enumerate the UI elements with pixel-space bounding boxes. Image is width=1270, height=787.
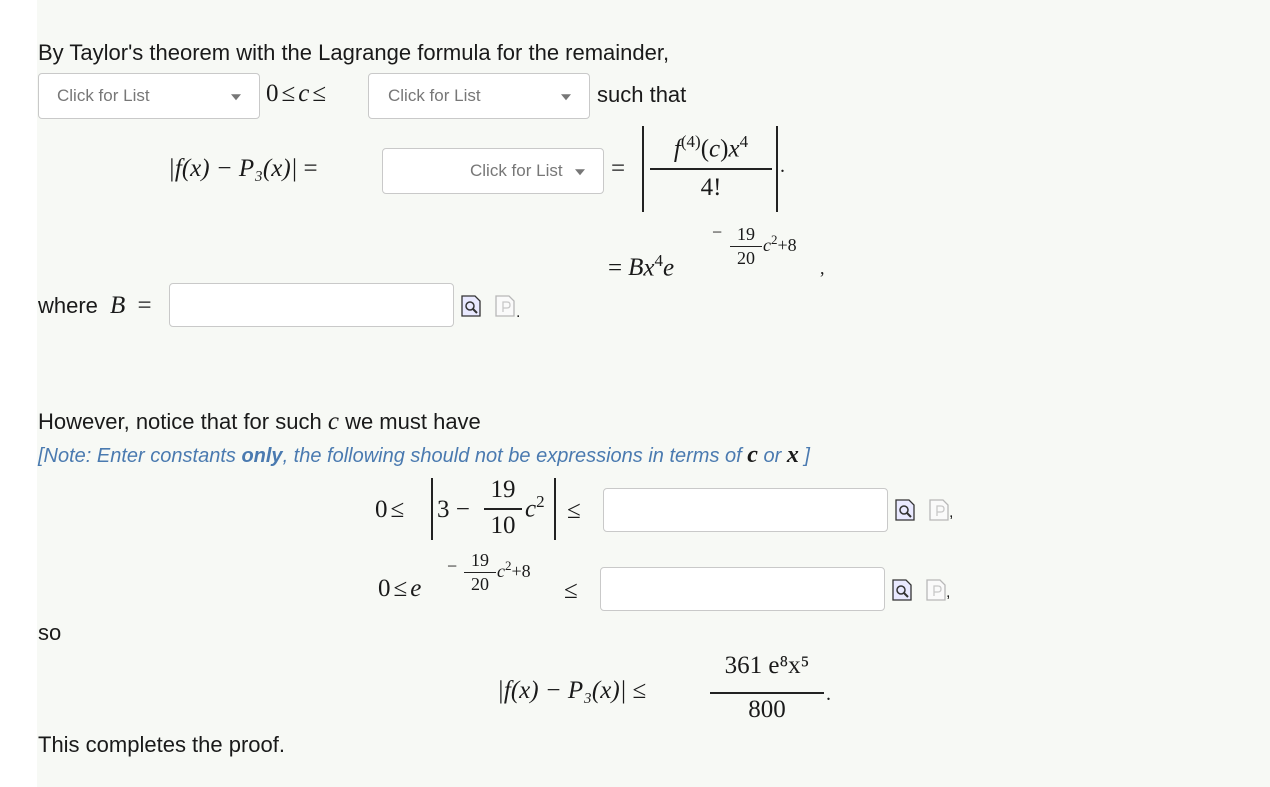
such-that-text: such that bbox=[597, 82, 687, 107]
comma: , bbox=[949, 504, 954, 521]
dropdown-label: Click for List bbox=[57, 86, 150, 105]
remainder-dropdown[interactable]: Click for List bbox=[382, 148, 604, 194]
upper-bound-dropdown[interactable]: Click for List bbox=[368, 73, 590, 119]
page-icon[interactable] bbox=[929, 499, 949, 521]
abs-bar-left bbox=[642, 126, 644, 212]
comma: , bbox=[820, 258, 825, 278]
where-label: where B = bbox=[38, 292, 152, 319]
abs-bound-input[interactable] bbox=[603, 488, 888, 532]
exponent: − bbox=[712, 222, 723, 242]
conclusion-text: This completes the proof. bbox=[38, 732, 286, 757]
abs-bar-right bbox=[554, 478, 556, 540]
so-text: so bbox=[38, 620, 62, 645]
lagrange-remainder-fraction: f(4)(c)x4 4! bbox=[650, 128, 772, 208]
exponential-form: = Bx4e bbox=[608, 251, 675, 282]
chevron-down-icon bbox=[575, 169, 585, 176]
bound1-fraction: 19 10 bbox=[484, 476, 522, 542]
exponent-fraction: 19 20 bbox=[730, 224, 762, 268]
page-icon[interactable] bbox=[495, 295, 515, 317]
chevron-down-icon bbox=[561, 94, 571, 101]
dropdown-label: Click for List bbox=[470, 161, 563, 180]
comma: , bbox=[946, 584, 951, 601]
period: . bbox=[516, 304, 521, 321]
preview-icon[interactable] bbox=[895, 499, 915, 521]
chevron-down-icon bbox=[231, 94, 241, 101]
c-range-math: 0 ≤ c ≤ bbox=[266, 80, 327, 107]
lower-bound-dropdown[interactable]: Click for List bbox=[38, 73, 260, 119]
bound2-exponent: − bbox=[447, 556, 458, 576]
period: . bbox=[780, 155, 785, 177]
abs-bar-left bbox=[431, 478, 433, 540]
page-icon[interactable] bbox=[926, 579, 946, 601]
leq-sign: ≤ bbox=[564, 577, 578, 604]
remainder-lhs: |f(x) − P₃(x)| = bbox=[168, 155, 318, 182]
exponent-tail: c2+8 bbox=[763, 232, 797, 255]
bound2-exponent-tail: c2+8 bbox=[497, 558, 531, 581]
however-text: However, notice that for such c we must … bbox=[38, 408, 481, 435]
period: . bbox=[826, 683, 831, 705]
abs-bar-right bbox=[776, 126, 778, 212]
final-lhs: |f(x) − P₃(x)| ≤ bbox=[497, 677, 647, 704]
preview-icon[interactable] bbox=[892, 579, 912, 601]
preview-icon[interactable] bbox=[461, 295, 481, 317]
leq-sign: ≤ bbox=[567, 497, 581, 524]
bound1-lhs: 0 ≤ bbox=[375, 496, 405, 523]
intro-text: By Taylor's theorem with the Lagrange fo… bbox=[38, 40, 670, 65]
bound1-c2: c2 bbox=[525, 492, 545, 523]
dropdown-label: Click for List bbox=[388, 86, 481, 105]
bound1-three: 3 − bbox=[437, 496, 470, 523]
bound2-exponent-fraction: 19 20 bbox=[464, 550, 496, 596]
b-input[interactable] bbox=[169, 283, 454, 327]
exp-bound-input[interactable] bbox=[600, 567, 885, 611]
equals-sign: = bbox=[611, 155, 626, 182]
note-text: [Note: Enter constants only, the followi… bbox=[38, 442, 810, 468]
bound2-lhs: 0 ≤ e bbox=[378, 575, 422, 602]
final-bound-fraction: 361 e⁸x⁵ 800 bbox=[710, 652, 824, 728]
